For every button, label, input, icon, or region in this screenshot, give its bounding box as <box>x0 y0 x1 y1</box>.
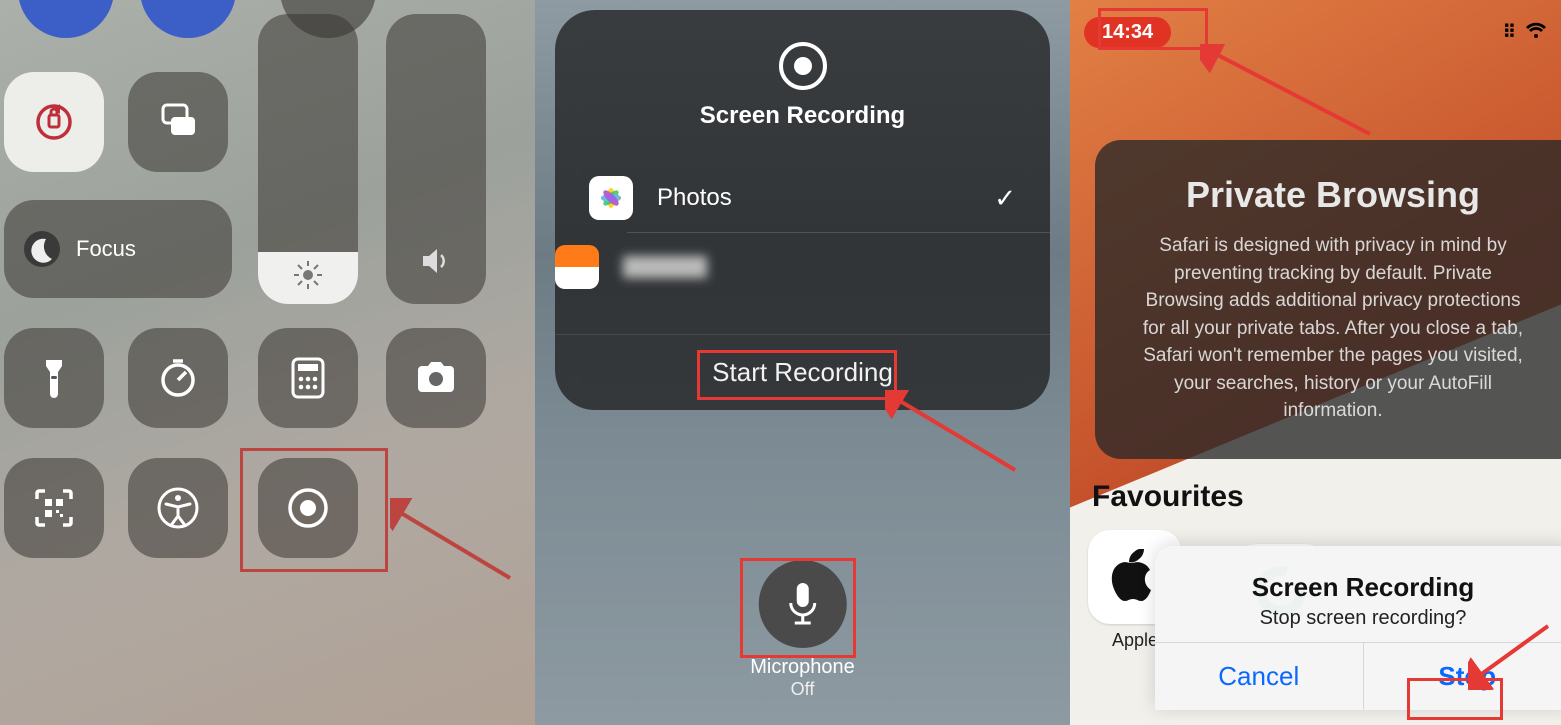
screen-recording-panel: Screen Recording Photos ✓ Start Recordin… <box>535 0 1070 725</box>
destination-item-photos[interactable]: Photos ✓ <box>555 164 1050 232</box>
alert-message: Stop screen recording? <box>1185 607 1541 630</box>
screen-recording-title: Screen Recording <box>700 102 905 130</box>
microphone-icon <box>784 581 820 627</box>
flashlight-button[interactable] <box>4 328 104 428</box>
qr-scan-icon <box>33 487 75 529</box>
focus-button[interactable]: Focus <box>4 200 232 298</box>
favourites-heading: Favourites <box>1092 480 1244 514</box>
destination-item-other[interactable] <box>627 232 1050 300</box>
microphone-section: Microphone Off <box>750 560 855 700</box>
accessibility-button[interactable] <box>128 458 228 558</box>
timer-button[interactable] <box>128 328 228 428</box>
camera-icon <box>414 360 458 396</box>
wifi-icon <box>1525 22 1547 42</box>
private-browsing-title: Private Browsing <box>1135 174 1531 216</box>
annotation-arrow-icon <box>390 498 520 588</box>
orientation-lock-button[interactable] <box>4 72 104 172</box>
microphone-label: Microphone <box>750 656 855 679</box>
wifi-toggle[interactable] <box>140 0 236 38</box>
apple-logo-icon <box>1111 549 1159 605</box>
checkmark-icon: ✓ <box>994 183 1016 214</box>
cellular-icon: ⠿ <box>1503 22 1518 42</box>
speaker-icon <box>419 244 453 278</box>
screen-mirroring-button[interactable] <box>128 72 228 172</box>
status-bar-icons: ⠿ <box>1503 22 1547 43</box>
private-browsing-card: Private Browsing Safari is designed with… <box>1095 140 1561 459</box>
calculator-button[interactable] <box>258 328 358 428</box>
focus-label: Focus <box>76 236 136 262</box>
recording-time-pill[interactable]: 14:34 <box>1084 17 1171 48</box>
flashlight-icon <box>38 356 70 400</box>
private-browsing-body: Safari is designed with privacy in mind … <box>1135 232 1531 425</box>
screen-recording-card: Screen Recording Photos ✓ Start Recordin… <box>555 10 1050 410</box>
airplane-toggle[interactable] <box>18 0 114 38</box>
volume-slider[interactable] <box>386 14 486 304</box>
other-app-icon <box>555 245 599 289</box>
start-recording-button[interactable]: Start Recording <box>555 334 1050 410</box>
qr-scan-button[interactable] <box>4 458 104 558</box>
redacted-label <box>623 256 707 278</box>
record-icon <box>775 38 831 94</box>
status-bar: 14:34 ⠿ <box>1070 10 1561 54</box>
microphone-toggle[interactable] <box>758 560 846 648</box>
cancel-button[interactable]: Cancel <box>1155 643 1363 710</box>
brightness-slider[interactable] <box>258 14 358 304</box>
moon-icon <box>22 229 62 269</box>
destination-list: Photos ✓ <box>555 164 1050 300</box>
calculator-icon <box>291 357 325 399</box>
photos-app-icon <box>589 176 633 220</box>
control-center-panel: Focus <box>0 0 535 725</box>
safari-panel: 14:34 ⠿ Private Browsing Safari is desig… <box>1070 0 1561 725</box>
orientation-lock-icon <box>29 97 79 147</box>
camera-button[interactable] <box>386 328 486 428</box>
timer-icon <box>157 357 199 399</box>
screen-mirroring-icon <box>155 99 201 145</box>
alert-title: Screen Recording <box>1185 572 1541 603</box>
destination-label: Photos <box>657 184 732 212</box>
stop-recording-alert: Screen Recording Stop screen recording? … <box>1155 546 1561 710</box>
stop-button[interactable]: Stop <box>1363 643 1561 710</box>
accessibility-icon <box>156 486 200 530</box>
microphone-state: Off <box>750 679 855 700</box>
record-icon <box>285 485 331 531</box>
screen-record-button[interactable] <box>258 458 358 558</box>
sun-icon <box>293 260 323 290</box>
